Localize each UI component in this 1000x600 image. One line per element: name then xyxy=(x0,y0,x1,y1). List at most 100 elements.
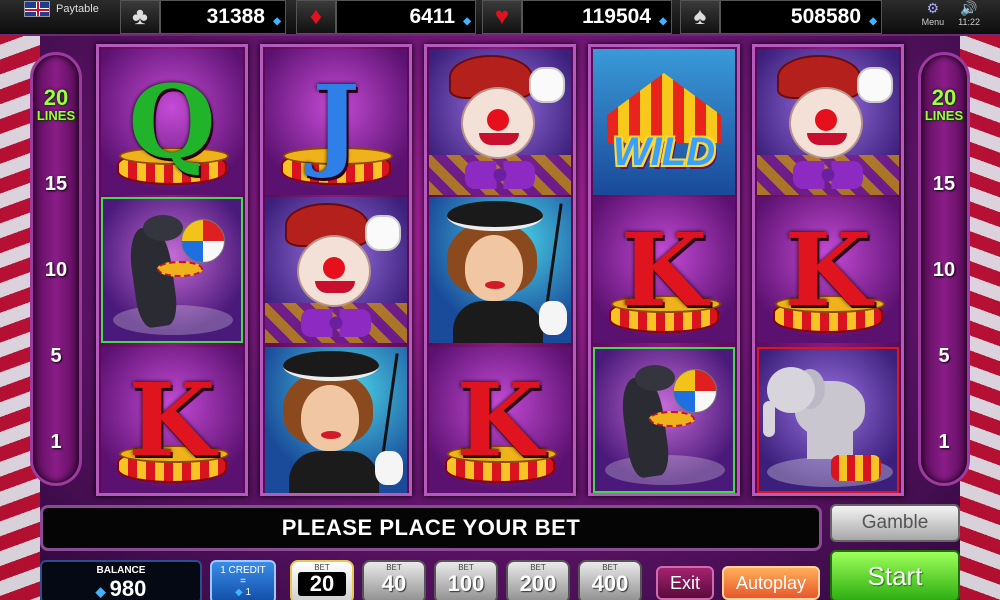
start-button[interactable]: Start xyxy=(830,550,960,600)
jackpot-spades: ♠ 508580 ◆ xyxy=(680,0,882,34)
wild-label: WILD xyxy=(612,129,716,174)
paytable-label: Paytable xyxy=(56,3,99,15)
lines-indicator-left: 20 LINES 15 10 5 1 xyxy=(30,52,82,486)
jackpot-spades-amount: 508580 xyxy=(790,5,861,28)
balance-display: BALANCE ◆ 980 xyxy=(40,560,202,600)
symbol-wild: WILD xyxy=(593,49,735,195)
seal-icon xyxy=(595,349,733,491)
paytable-button[interactable]: Paytable xyxy=(24,1,99,17)
lines-number: 20 xyxy=(931,85,957,110)
symbol-clown xyxy=(265,197,407,343)
speaker-icon: 🔊 xyxy=(960,0,978,16)
bet-button-400[interactable]: BET 400 xyxy=(578,560,642,600)
symbol-clown xyxy=(429,49,571,195)
jackpot-clubs-value: 31388 ◆ xyxy=(160,0,286,34)
bet-value: 20 xyxy=(298,572,346,596)
line-marker-15[interactable]: 15 xyxy=(921,173,967,196)
symbol-seal xyxy=(593,347,735,493)
balance-value-row: ◆ 980 xyxy=(42,576,200,600)
bet-button-40[interactable]: BET 40 xyxy=(362,560,426,600)
spades-icon: ♠ xyxy=(680,0,720,34)
symbol-k: K xyxy=(429,347,571,493)
credit-line-1: 1 CREDIT xyxy=(220,565,266,576)
bet-button-100[interactable]: BET 100 xyxy=(434,560,498,600)
letter-k: K xyxy=(456,361,544,479)
symbol-lady xyxy=(265,347,407,493)
line-marker-5[interactable]: 5 xyxy=(33,345,79,368)
symbol-clown xyxy=(757,49,899,195)
symbol-elephant xyxy=(757,347,899,493)
lines-indicator-right: 20 LINES 15 10 5 1 xyxy=(918,52,970,486)
credit-icon: ◆ xyxy=(234,587,246,598)
line-marker-1[interactable]: 1 xyxy=(33,431,79,454)
lines-number: 20 xyxy=(43,85,69,110)
letter-k: K xyxy=(620,211,708,329)
symbol-k: K xyxy=(101,347,243,493)
credit-icon: ◆ xyxy=(273,16,281,27)
credit-line-3: ◆ 1 xyxy=(234,587,252,598)
balance-label: BALANCE xyxy=(96,565,146,576)
sound-button[interactable]: 🔊 11:22 xyxy=(958,0,980,27)
autoplay-button[interactable]: Autoplay xyxy=(722,566,820,600)
hearts-icon: ♥ xyxy=(482,0,522,34)
elephant-icon xyxy=(759,349,897,491)
menu-button[interactable]: ⚙ Menu xyxy=(922,0,945,27)
uk-flag-icon[interactable] xyxy=(24,1,50,17)
bet-value: 400 xyxy=(591,571,629,596)
reel-1: Q K xyxy=(96,44,248,496)
bet-button-20[interactable]: BET 20 xyxy=(290,560,354,600)
credit-icon: ◆ xyxy=(463,16,471,27)
symbol-j: J xyxy=(265,49,407,195)
jackpot-diamonds-amount: 6411 xyxy=(409,5,455,28)
line-marker-10[interactable]: 10 xyxy=(33,259,79,282)
line-marker-1[interactable]: 1 xyxy=(921,431,967,454)
jackpot-diamonds-value: 6411 ◆ xyxy=(336,0,476,34)
jackpot-clubs: ♣ 31388 ◆ xyxy=(120,0,286,34)
seal-icon xyxy=(103,199,241,341)
jackpot-hearts: ♥ 119504 ◆ xyxy=(482,0,672,34)
ringmaster-lady-icon xyxy=(429,197,571,343)
message-bar: PLEASE PLACE YOUR BET xyxy=(40,505,822,551)
symbol-k: K xyxy=(757,197,899,343)
letter-q: Q xyxy=(128,63,216,181)
exit-button[interactable]: Exit xyxy=(656,566,714,600)
clown-icon xyxy=(265,197,407,343)
reel-5: K xyxy=(752,44,904,496)
line-marker-15[interactable]: 15 xyxy=(33,173,79,196)
diamonds-icon: ♦ xyxy=(296,0,336,34)
lines-label: LINES xyxy=(36,108,76,123)
jackpot-hearts-amount: 119504 xyxy=(582,5,651,28)
symbol-seal xyxy=(101,197,243,343)
jackpot-diamonds: ♦ 6411 ◆ xyxy=(296,0,476,34)
system-tray: ⚙ Menu 🔊 11:22 xyxy=(922,0,980,27)
letter-k: K xyxy=(784,211,872,329)
credit-icon: ◆ xyxy=(869,16,877,27)
clown-icon xyxy=(429,49,571,195)
gamble-button[interactable]: Gamble xyxy=(830,504,960,542)
symbol-q: Q xyxy=(101,49,243,195)
credit-denomination[interactable]: 1 CREDIT = ◆ 1 xyxy=(210,560,276,600)
settings-icon: ⚙ xyxy=(926,0,940,16)
lines-label: LINES xyxy=(924,108,964,123)
menu-label: Menu xyxy=(921,17,945,27)
bet-value: 200 xyxy=(519,571,557,596)
letter-j: J xyxy=(312,63,360,181)
reel-4: WILD K xyxy=(588,44,740,496)
credit-icon: ◆ xyxy=(95,584,106,599)
top-bar: Paytable ♣ 31388 ◆ ♦ 6411 ◆ ♥ 119504 ◆ ♠… xyxy=(0,0,1000,36)
jackpot-spades-value: 508580 ◆ xyxy=(720,0,882,34)
line-marker-10[interactable]: 10 xyxy=(921,259,967,282)
clubs-icon: ♣ xyxy=(120,0,160,34)
line-marker-5[interactable]: 5 xyxy=(921,345,967,368)
balance-value: 980 xyxy=(109,576,147,600)
jackpot-clubs-amount: 31388 xyxy=(206,5,265,28)
credit-line-2: = xyxy=(240,576,246,587)
bet-button-200[interactable]: BET 200 xyxy=(506,560,570,600)
reel-3: K xyxy=(424,44,576,496)
credit-icon: ◆ xyxy=(659,16,667,27)
bet-value: 100 xyxy=(447,571,485,596)
clown-icon xyxy=(757,49,899,195)
clock: 11:22 xyxy=(958,17,980,27)
letter-k: K xyxy=(128,361,216,479)
symbol-lady xyxy=(429,197,571,343)
